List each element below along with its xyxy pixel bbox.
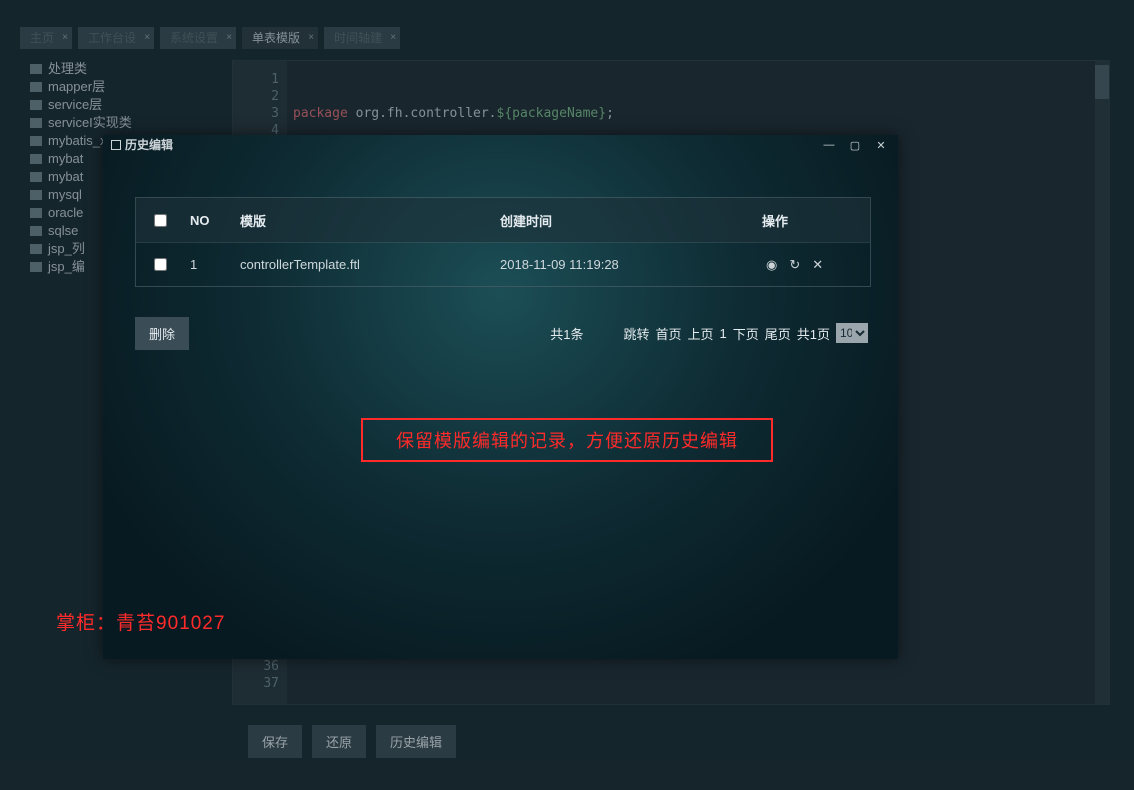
pagination: 共1条 跳转 首页 上页 1 下页 尾页 共1页 10 — [103, 323, 868, 343]
history-table: NO 模版 创建时间 操作 1 controllerTemplate.ftl 2… — [135, 197, 871, 287]
table-row: 1 controllerTemplate.ftl 2018-11-09 11:1… — [136, 242, 870, 286]
delete-icon[interactable]: ✕ — [812, 257, 823, 273]
maximize-icon[interactable]: ▢ — [844, 137, 866, 153]
total-pages: 共1页 — [797, 324, 830, 343]
table-header: NO 模版 创建时间 操作 — [136, 198, 870, 242]
annotation-note: 保留模版编辑的记录，方便还原历史编辑 — [361, 418, 773, 462]
history-modal: 历史编辑 — ▢ ✕ NO 模版 创建时间 操作 1 controllerTem… — [103, 135, 898, 659]
row-checkbox[interactable] — [154, 258, 167, 271]
col-time: 创建时间 — [500, 211, 750, 230]
close-icon[interactable]: ✕ — [870, 137, 892, 153]
current-page: 1 — [720, 326, 727, 341]
col-action: 操作 — [750, 211, 870, 230]
minimize-icon[interactable]: — — [818, 137, 840, 153]
credit-text: 掌柜：青苔901027 — [56, 608, 225, 635]
jump-label: 跳转 — [623, 324, 649, 343]
col-template: 模版 — [240, 211, 500, 230]
first-page-link[interactable]: 首页 — [655, 324, 681, 343]
total-count: 共1条 — [550, 324, 583, 343]
row-template: controllerTemplate.ftl — [240, 257, 500, 272]
pagesize-select[interactable]: 10 — [836, 323, 868, 343]
prev-page-link[interactable]: 上页 — [687, 324, 713, 343]
select-all-checkbox[interactable] — [154, 214, 167, 227]
next-page-link[interactable]: 下页 — [733, 324, 759, 343]
last-page-link[interactable]: 尾页 — [765, 324, 791, 343]
row-no: 1 — [184, 257, 240, 272]
window-icon — [111, 140, 121, 150]
modal-title: 历史编辑 — [103, 135, 898, 155]
window-controls: — ▢ ✕ — [818, 137, 892, 153]
refresh-icon[interactable]: ↻ — [789, 257, 800, 273]
col-no: NO — [184, 213, 240, 228]
view-icon[interactable]: ◉ — [766, 257, 777, 273]
row-time: 2018-11-09 11:19:28 — [500, 257, 750, 272]
